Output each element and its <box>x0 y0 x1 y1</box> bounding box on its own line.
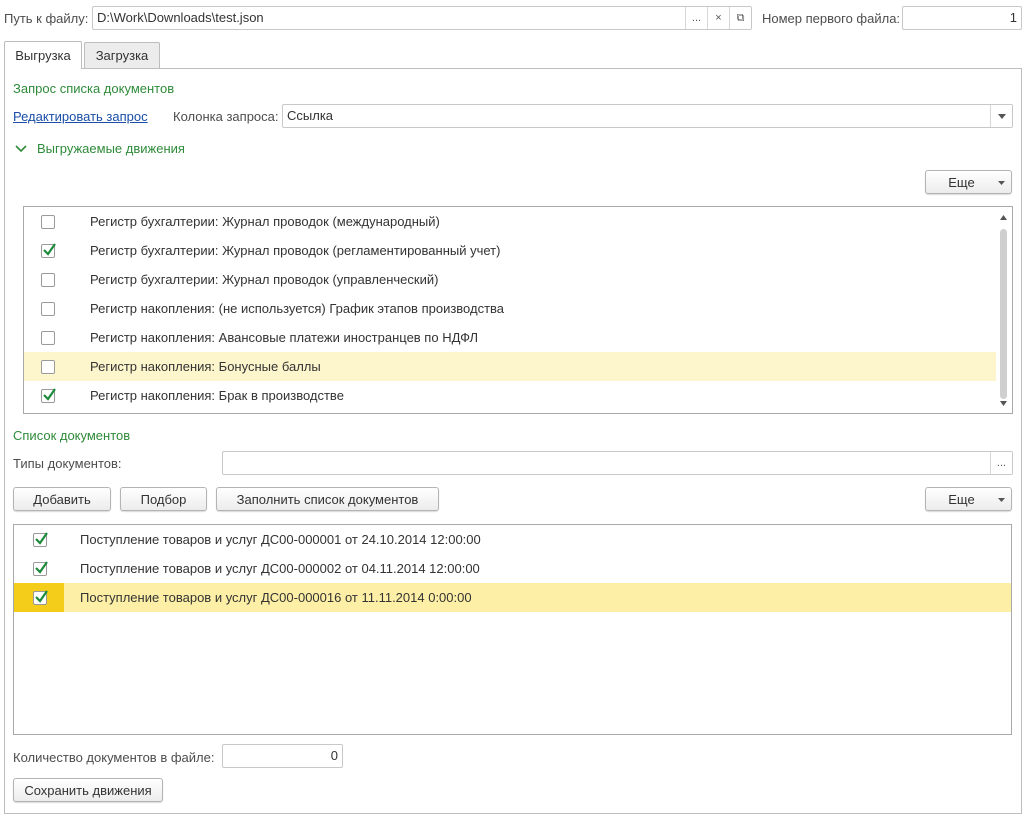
tab-export[interactable]: Выгрузка <box>4 41 82 69</box>
list-item[interactable]: Регистр бухгалтерии: Журнал проводок (уп… <box>24 265 1012 294</box>
scrollbar-thumb[interactable] <box>1000 229 1007 399</box>
first-file-number-field[interactable]: 1 <box>902 6 1022 30</box>
save-movements-button[interactable]: Сохранить движения <box>13 778 163 802</box>
save-movements-label: Сохранить движения <box>24 782 152 798</box>
query-column-dropdown[interactable] <box>990 105 1012 127</box>
movement-label: Регистр накопления: Авансовые платежи ин… <box>90 330 479 345</box>
table-row[interactable]: Поступление товаров и услуг ДС00-000016 … <box>14 583 1011 612</box>
list-item[interactable]: Регистр бухгалтерии: Журнал проводок (ре… <box>24 236 1012 265</box>
check-icon <box>35 561 48 574</box>
add-button[interactable]: Добавить <box>13 487 111 511</box>
document-checkbox[interactable] <box>33 590 48 605</box>
table-row[interactable]: Поступление товаров и услуг ДС00-000002 … <box>14 554 1011 583</box>
document-label: Поступление товаров и услуг ДС00-000001 … <box>80 532 481 547</box>
movements-list[interactable]: Регистр бухгалтерии: Журнал проводок (ме… <box>23 206 1013 414</box>
list-item[interactable]: Регистр накопления: Авансовые платежи ин… <box>24 323 1012 352</box>
document-types-field[interactable]: ... <box>222 451 1013 475</box>
pick-button[interactable]: Подбор <box>120 487 207 511</box>
first-file-label: Номер первого файла: <box>762 11 901 26</box>
file-path-field[interactable]: D:\Work\Downloads\test.json ... × ⧉ <box>92 6 752 30</box>
list-item[interactable]: Регистр накопления: (не используется) Гр… <box>24 294 1012 323</box>
arrow-down-icon[interactable] <box>1000 401 1007 406</box>
movement-checkbox[interactable] <box>41 331 55 345</box>
documents-more-button[interactable]: Еще <box>925 487 1012 511</box>
more-label: Еще <box>948 491 975 507</box>
chevron-down-icon <box>15 144 27 152</box>
movements-group-toggle[interactable]: Выгружаемые движения <box>15 141 185 156</box>
query-column-value: Ссылка <box>287 108 334 123</box>
documents-section-title: Список документов <box>13 428 131 443</box>
pick-button-label: Подбор <box>140 491 187 507</box>
documents-count-label: Количество документов в файле: <box>13 750 215 765</box>
movement-label: Регистр накопления: Бонусные баллы <box>90 359 321 374</box>
table-row[interactable]: Поступление товаров и услуг ДС00-000001 … <box>14 525 1011 554</box>
movement-checkbox[interactable] <box>41 243 56 258</box>
first-file-value: 1 <box>1009 10 1017 25</box>
movement-checkbox[interactable] <box>41 360 55 374</box>
chevron-down-icon <box>998 498 1005 502</box>
tab-export-label: Выгрузка <box>15 48 71 63</box>
query-column-label: Колонка запроса: <box>173 109 279 124</box>
movement-checkbox[interactable] <box>41 215 55 229</box>
list-item[interactable]: Регистр бухгалтерии: Журнал проводок (ме… <box>24 207 1012 236</box>
open-icon: ⧉ <box>736 12 745 24</box>
document-label: Поступление товаров и услуг ДС00-000002 … <box>80 561 480 576</box>
list-item[interactable]: Регистр накопления: Брак в производстве <box>24 381 1012 410</box>
query-column-select[interactable]: Ссылка <box>282 104 1013 128</box>
check-icon <box>35 532 48 545</box>
more-label: Еще <box>948 174 975 190</box>
fill-documents-label: Заполнить список документов <box>236 491 419 507</box>
tab-import-label: Загрузка <box>95 48 149 63</box>
movement-label: Регистр накопления: Брак в производстве <box>90 388 344 403</box>
add-button-label: Добавить <box>33 491 91 507</box>
documents-list[interactable]: Поступление товаров и услуг ДС00-000001 … <box>13 524 1012 735</box>
clear-button[interactable]: × <box>707 7 729 29</box>
open-file-button[interactable]: ⧉ <box>729 7 751 29</box>
movement-label: Регистр бухгалтерии: Журнал проводок (ре… <box>90 243 501 258</box>
document-types-label: Типы документов: <box>13 456 122 471</box>
movement-checkbox[interactable] <box>41 388 56 403</box>
chevron-down-icon <box>998 181 1005 185</box>
check-icon <box>43 243 56 256</box>
check-icon <box>43 388 56 401</box>
tab-import[interactable]: Загрузка <box>84 42 160 68</box>
movement-label: Регистр накопления: (не используется) Гр… <box>90 301 505 316</box>
movements-scrollbar[interactable] <box>996 207 1012 413</box>
documents-count-value: 0 <box>330 748 338 763</box>
chevron-down-icon <box>997 113 1006 119</box>
file-path-label: Путь к файлу: <box>4 11 89 26</box>
movements-more-button[interactable]: Еще <box>925 170 1012 194</box>
file-path-value: D:\Work\Downloads\test.json <box>97 10 264 25</box>
fill-documents-button[interactable]: Заполнить список документов <box>216 487 439 511</box>
movements-title: Выгружаемые движения <box>37 141 185 156</box>
document-types-select-button[interactable]: ... <box>990 452 1012 474</box>
query-section-title: Запрос списка документов <box>13 81 175 96</box>
movement-checkbox[interactable] <box>41 273 55 287</box>
movement-label: Регистр бухгалтерии: Журнал проводок (уп… <box>90 272 439 287</box>
document-checkbox[interactable] <box>33 532 48 547</box>
documents-count-field[interactable]: 0 <box>222 744 343 768</box>
arrow-up-icon[interactable] <box>1000 215 1007 220</box>
list-item[interactable]: Регистр накопления: Бонусные баллы <box>24 352 997 381</box>
edit-query-link[interactable]: Редактировать запрос <box>13 109 148 124</box>
document-checkbox[interactable] <box>33 561 48 576</box>
browse-button[interactable]: ... <box>685 7 707 29</box>
movement-checkbox[interactable] <box>41 302 55 316</box>
movement-label: Регистр бухгалтерии: Журнал проводок (ме… <box>90 214 440 229</box>
check-icon <box>35 590 48 603</box>
document-label: Поступление товаров и услуг ДС00-000016 … <box>80 590 472 605</box>
